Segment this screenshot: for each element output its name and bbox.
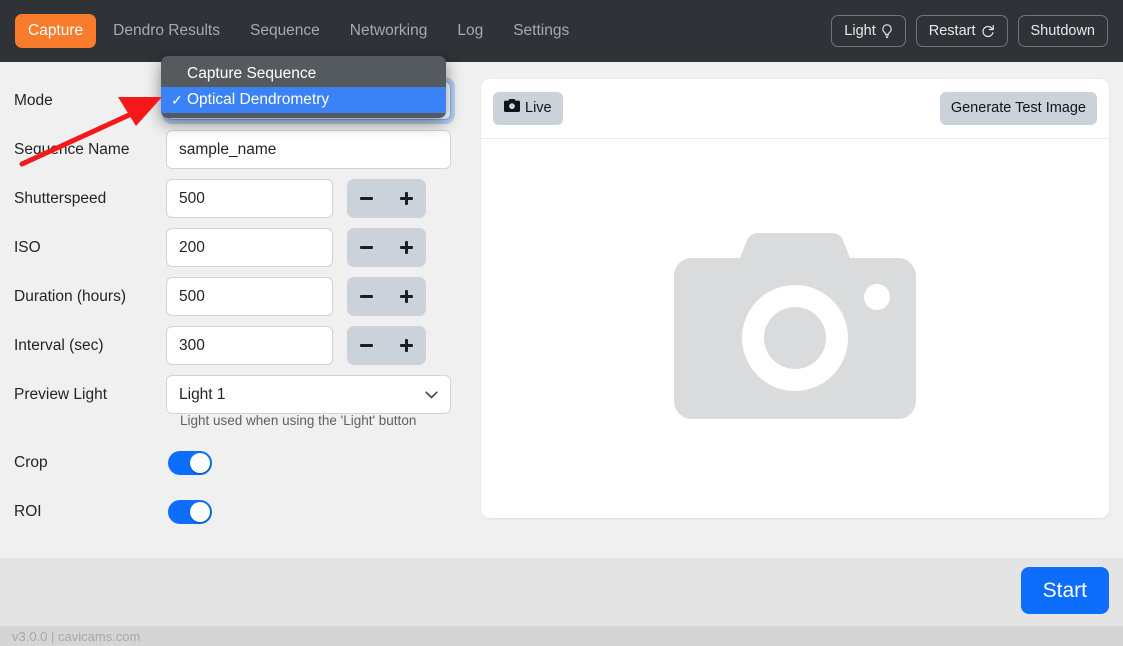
interval-label: Interval (sec) bbox=[14, 336, 104, 354]
minus-icon[interactable] bbox=[360, 295, 374, 298]
crop-label: Crop bbox=[14, 453, 48, 471]
field-row-duration: Duration (hours) bbox=[14, 272, 470, 321]
dropdown-option-optical-dendrometry[interactable]: ✓ Optical Dendrometry bbox=[161, 87, 446, 113]
mode-label: Mode bbox=[14, 91, 53, 109]
camera-placeholder-icon bbox=[674, 232, 916, 423]
footer: v3.0.0 | cavicams.com bbox=[0, 626, 1123, 646]
plus-icon[interactable] bbox=[399, 241, 413, 254]
generate-test-image-button[interactable]: Generate Test Image bbox=[939, 92, 1097, 125]
interval-input[interactable] bbox=[166, 326, 333, 365]
iso-input[interactable] bbox=[166, 228, 333, 267]
field-row-preview-light: Preview Light Light 1 bbox=[14, 370, 470, 419]
shutterspeed-stepper[interactable] bbox=[347, 179, 426, 218]
preview-card: Live Generate Test Image bbox=[481, 79, 1109, 518]
preview-light-select-value: Light 1 bbox=[166, 375, 451, 414]
plus-icon[interactable] bbox=[399, 339, 413, 352]
minus-icon[interactable] bbox=[360, 344, 374, 347]
field-row-crop: Crop bbox=[14, 438, 470, 487]
footer-version-text: v3.0.0 | cavicams.com bbox=[12, 628, 141, 644]
minus-icon[interactable] bbox=[360, 197, 374, 200]
field-row-roi: ROI bbox=[14, 487, 470, 536]
tab-sequence[interactable]: Sequence bbox=[237, 14, 333, 49]
dropdown-option-label: Optical Dendrometry bbox=[187, 91, 330, 108]
restart-icon bbox=[981, 24, 995, 38]
iso-label: ISO bbox=[14, 238, 41, 256]
nav-actions: Light Restart Shutdown bbox=[831, 14, 1123, 48]
start-button[interactable]: Start bbox=[1020, 567, 1109, 615]
field-row-sequence-name: Sequence Name bbox=[14, 125, 470, 174]
mode-dropdown-popup[interactable]: Capture Sequence ✓ Optical Dendrometry bbox=[161, 56, 446, 118]
plus-icon[interactable] bbox=[399, 192, 413, 205]
restart-button-label: Restart bbox=[928, 22, 976, 39]
preview-image-area[interactable] bbox=[481, 139, 1109, 517]
dropdown-option-label: Capture Sequence bbox=[187, 65, 317, 82]
duration-input[interactable] bbox=[166, 277, 333, 316]
light-button-label: Light bbox=[844, 22, 876, 39]
camera-icon bbox=[503, 99, 521, 118]
light-button[interactable]: Light bbox=[831, 14, 906, 48]
main-content: Mode Optical Dendrometry Sequence Name S… bbox=[0, 62, 1123, 558]
duration-stepper[interactable] bbox=[347, 277, 426, 316]
field-row-shutterspeed: Shutterspeed bbox=[14, 174, 470, 223]
bottom-action-bar: Start bbox=[0, 558, 1123, 626]
roi-label: ROI bbox=[14, 502, 42, 520]
live-button[interactable]: Live bbox=[493, 92, 563, 125]
minus-icon[interactable] bbox=[360, 246, 374, 249]
shutdown-button[interactable]: Shutdown bbox=[1017, 14, 1108, 48]
roi-toggle[interactable] bbox=[168, 499, 212, 524]
tab-log[interactable]: Log bbox=[444, 14, 496, 49]
live-button-label: Live bbox=[525, 100, 552, 117]
iso-stepper[interactable] bbox=[347, 228, 426, 267]
shutterspeed-label: Shutterspeed bbox=[14, 189, 107, 207]
sequence-name-input[interactable] bbox=[166, 130, 451, 169]
shutdown-button-label: Shutdown bbox=[1030, 22, 1096, 39]
field-row-iso: ISO bbox=[14, 223, 470, 272]
preview-card-header: Live Generate Test Image bbox=[481, 79, 1109, 139]
tab-dendro-results[interactable]: Dendro Results bbox=[100, 14, 233, 49]
interval-stepper[interactable] bbox=[347, 326, 426, 365]
shutterspeed-input[interactable] bbox=[166, 179, 333, 218]
restart-button[interactable]: Restart bbox=[915, 14, 1008, 48]
capture-settings-form: Mode Optical Dendrometry Sequence Name S… bbox=[0, 62, 470, 536]
nav-tabs: Capture Dendro Results Sequence Networki… bbox=[0, 13, 582, 49]
field-row-interval: Interval (sec) bbox=[14, 321, 470, 370]
tab-settings[interactable]: Settings bbox=[500, 14, 582, 49]
top-navbar: Capture Dendro Results Sequence Networki… bbox=[0, 0, 1123, 62]
crop-toggle[interactable] bbox=[168, 450, 212, 475]
generate-test-image-label: Generate Test Image bbox=[950, 100, 1086, 117]
tab-networking[interactable]: Networking bbox=[337, 14, 441, 49]
preview-light-label: Preview Light bbox=[14, 385, 108, 403]
lightbulb-icon bbox=[881, 23, 893, 39]
duration-label: Duration (hours) bbox=[14, 287, 126, 305]
dropdown-check-icon: ✓ bbox=[171, 91, 183, 108]
dropdown-option-capture-sequence[interactable]: Capture Sequence bbox=[161, 61, 446, 87]
preview-light-select[interactable]: Light 1 bbox=[166, 375, 451, 414]
sequence-name-label: Sequence Name bbox=[14, 140, 130, 158]
preview-light-help-text: Light used when using the 'Light' button bbox=[180, 413, 417, 428]
toggle-knob bbox=[190, 452, 210, 473]
plus-icon[interactable] bbox=[399, 290, 413, 303]
toggle-knob bbox=[190, 501, 210, 522]
tab-capture[interactable]: Capture bbox=[15, 13, 97, 49]
